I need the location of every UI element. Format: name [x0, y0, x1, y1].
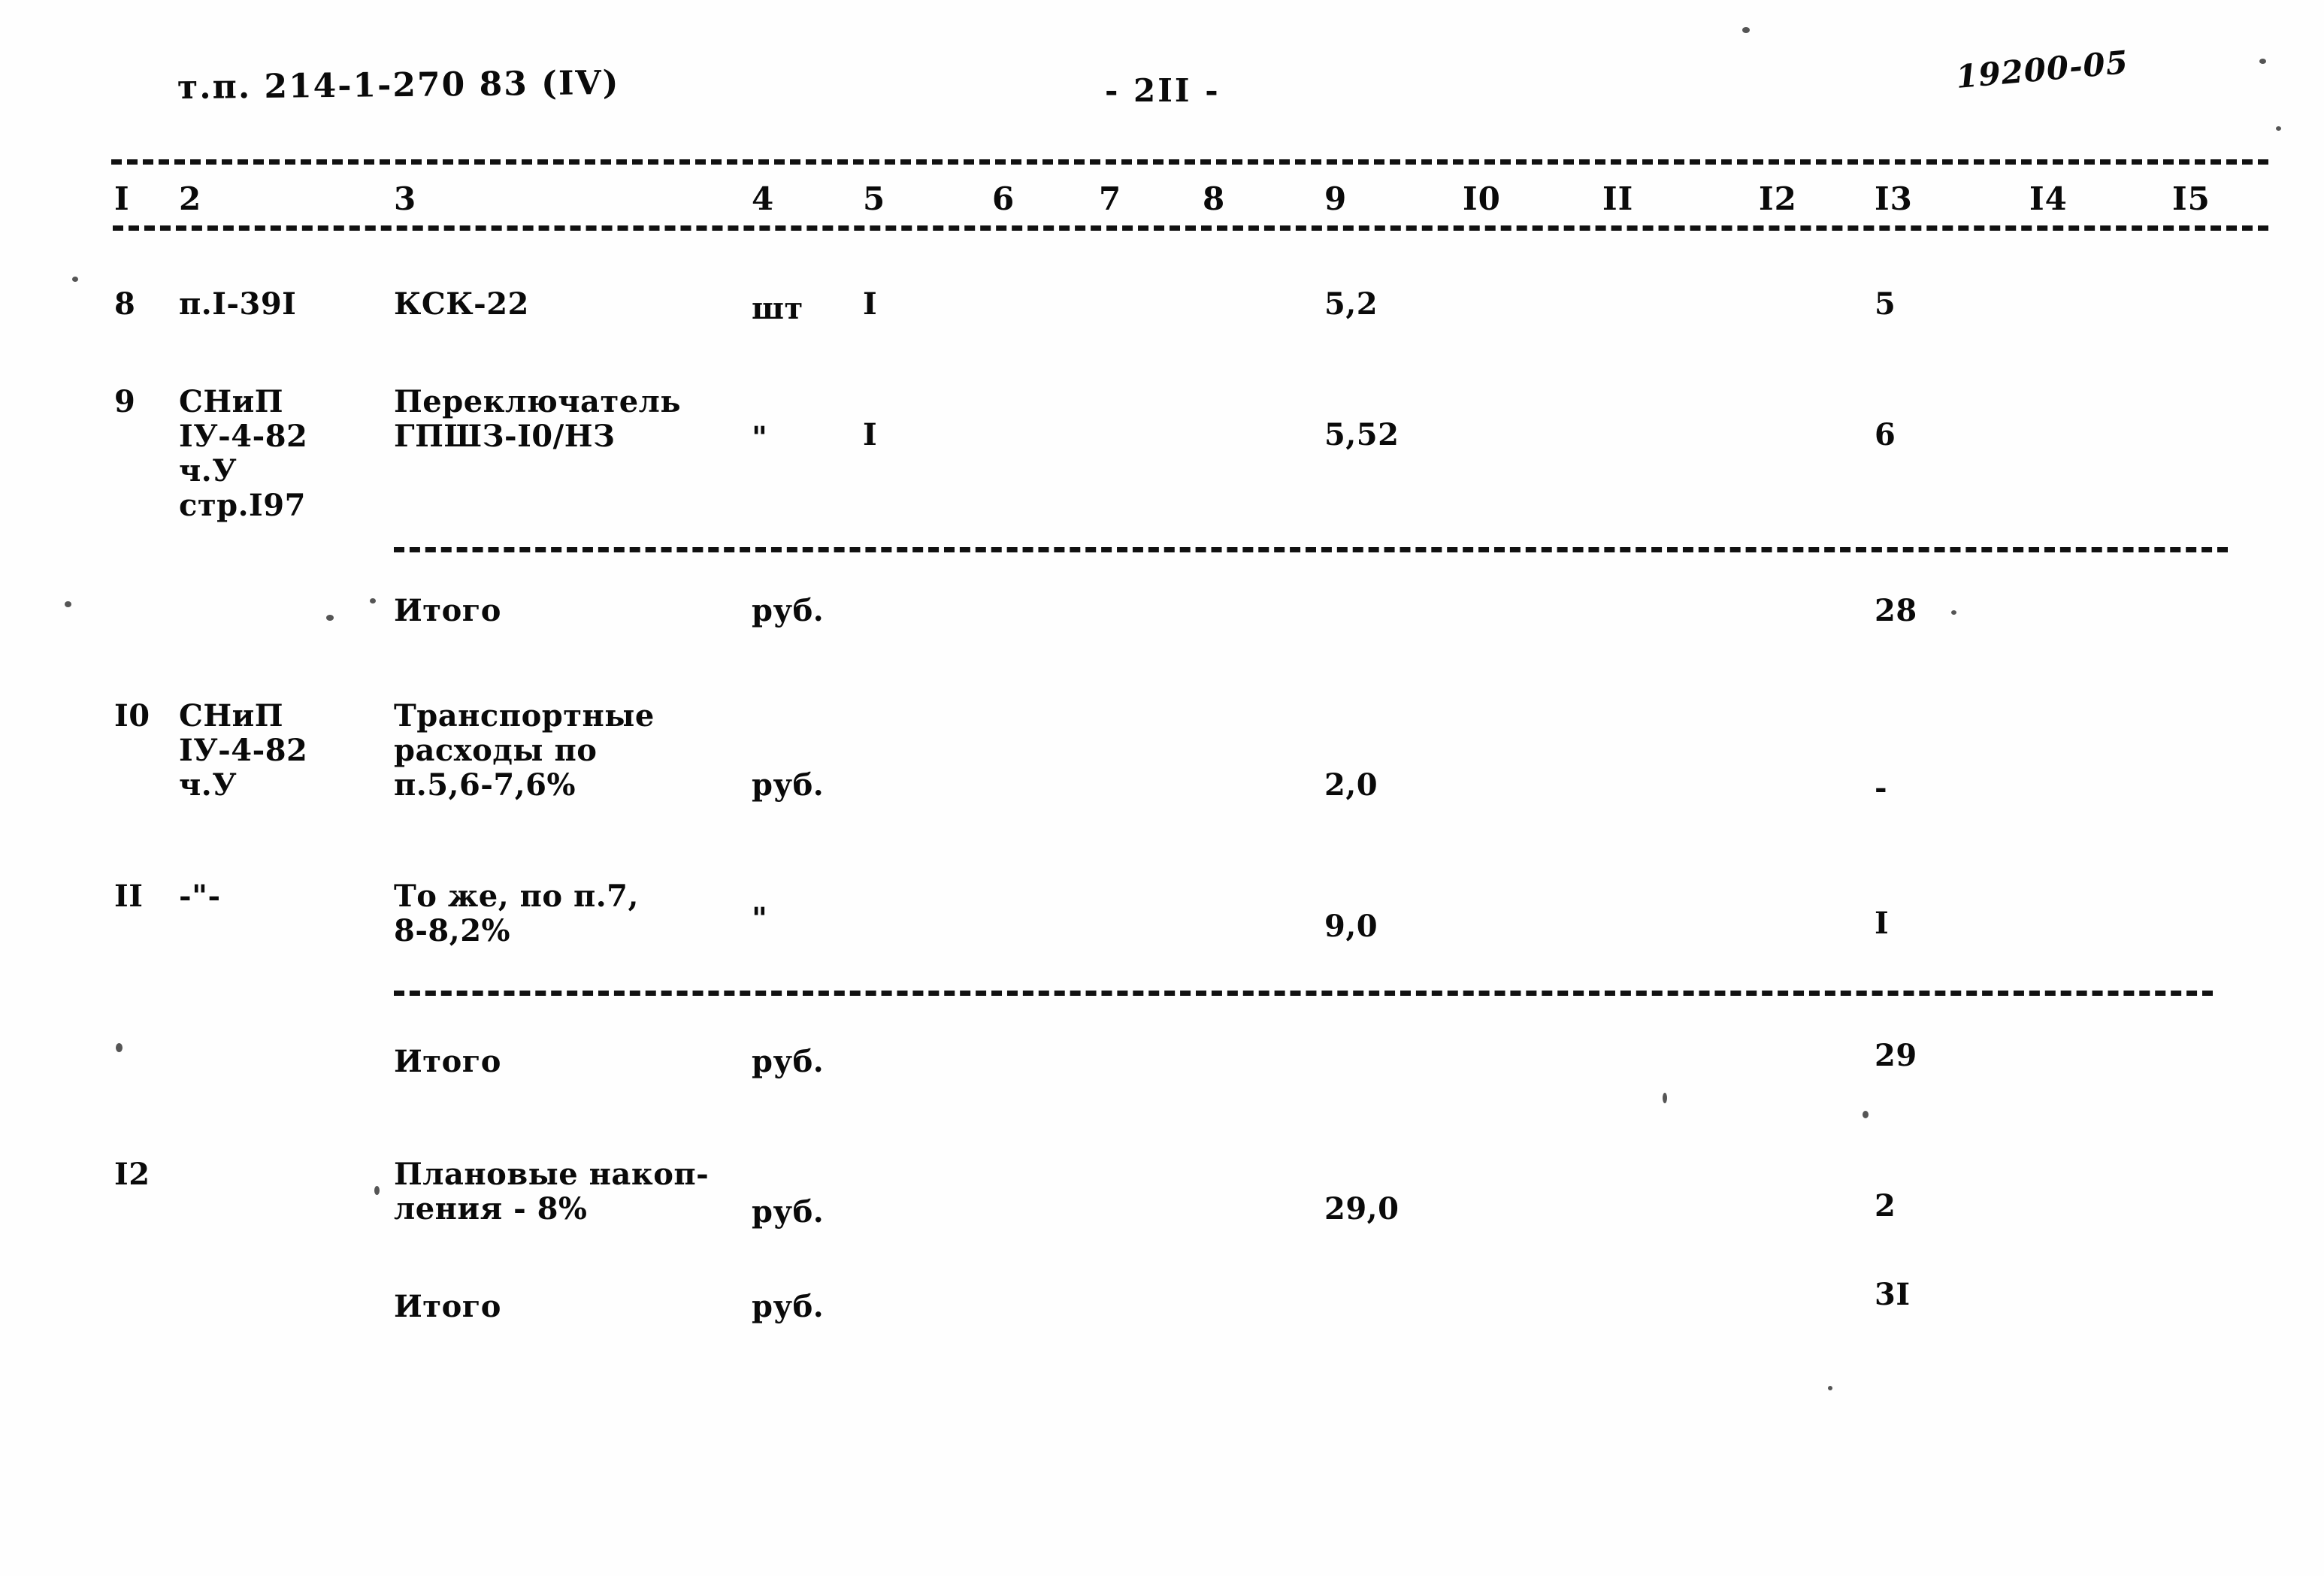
table-row: 3I [1875, 1277, 1911, 1312]
table-row: руб. [752, 1194, 825, 1230]
table-row: руб. [752, 767, 825, 803]
estimate-table: I 2 3 4 5 6 7 8 9 I0 II I2 I3 I4 I5 8 п.… [0, 0, 2324, 1576]
table-row: 8 [114, 286, 136, 322]
table-row: Итого [394, 1044, 501, 1079]
scan-speckle [2276, 126, 2281, 131]
table-row: II [114, 879, 144, 914]
table-row: 9,0 [1324, 909, 1378, 944]
table-row: " [752, 901, 768, 936]
column-header-14: I4 [2029, 180, 2068, 217]
scan-speckle [374, 1186, 380, 1195]
table-row: Транспортные расходы по п.5,6-7,6% [394, 698, 655, 803]
table-row: - [1875, 770, 1888, 806]
scan-speckle [72, 277, 78, 282]
column-header-4: 4 [752, 180, 775, 217]
column-header-11: II [1602, 180, 1634, 217]
scan-speckle [370, 598, 376, 603]
table-row: I [863, 286, 878, 322]
table-row: 29,0 [1324, 1191, 1400, 1227]
table-row: I0 [114, 698, 150, 734]
table-row: " [752, 420, 768, 455]
table-row: руб. [752, 593, 825, 628]
scan-speckle [326, 615, 334, 621]
scanned-document-page: т.п. 214-1-270 83 (IV) - 2II - 19200-05 … [0, 0, 2324, 1576]
table-row: То же, по п.7, 8-8,2% [394, 879, 639, 948]
column-header-10: I0 [1463, 180, 1501, 217]
table-row: СНиП IУ-4-82 ч.У стр.I97 [179, 384, 308, 523]
column-header-5: 5 [863, 180, 886, 217]
table-row: 29 [1875, 1038, 1917, 1073]
scan-speckle [1828, 1386, 1832, 1390]
column-header-13: I3 [1875, 180, 1913, 217]
column-header-1: I [114, 180, 130, 217]
column-header-15: I5 [2172, 180, 2211, 217]
table-row: Итого [394, 1289, 501, 1324]
scan-speckle [1742, 27, 1750, 33]
table-row: КСК-22 [394, 286, 529, 322]
column-header-9: 9 [1324, 180, 1348, 217]
table-row: шт [752, 291, 803, 326]
column-header-3: 3 [394, 180, 417, 217]
scan-speckle [2259, 59, 2266, 64]
table-row: I2 [114, 1157, 150, 1192]
table-row: Итого [394, 593, 501, 628]
table-row: 2,0 [1324, 767, 1378, 803]
scan-speckle [1951, 610, 1956, 615]
scan-speckle [1663, 1093, 1667, 1103]
table-row: руб. [752, 1289, 825, 1324]
table-row: 28 [1875, 593, 1917, 628]
table-row: -"- [179, 879, 221, 914]
table-row: 9 [114, 384, 136, 419]
column-header-2: 2 [179, 180, 202, 217]
scan-speckle [116, 1043, 123, 1052]
table-row: СНиП IУ-4-82 ч.У [179, 698, 308, 803]
scan-speckle [65, 601, 71, 607]
column-header-7: 7 [1099, 180, 1122, 217]
scan-speckle [1863, 1111, 1869, 1118]
table-row: Плановые накоп- ления - 8% [394, 1157, 710, 1227]
table-row: Переключатель ГПШЗ-I0/НЗ [394, 384, 682, 454]
table-row: 5,52 [1324, 417, 1400, 452]
column-header-12: I2 [1759, 180, 1797, 217]
table-row: 5,2 [1324, 286, 1378, 322]
table-row: 5 [1875, 286, 1896, 322]
table-row: 6 [1875, 417, 1896, 452]
table-row: руб. [752, 1044, 825, 1079]
table-row: I [1875, 906, 1890, 941]
column-header-8: 8 [1203, 180, 1226, 217]
table-row: 2 [1875, 1188, 1896, 1224]
table-row: п.I-39I [179, 286, 297, 322]
column-header-6: 6 [992, 180, 1015, 217]
table-row: I [863, 417, 878, 452]
